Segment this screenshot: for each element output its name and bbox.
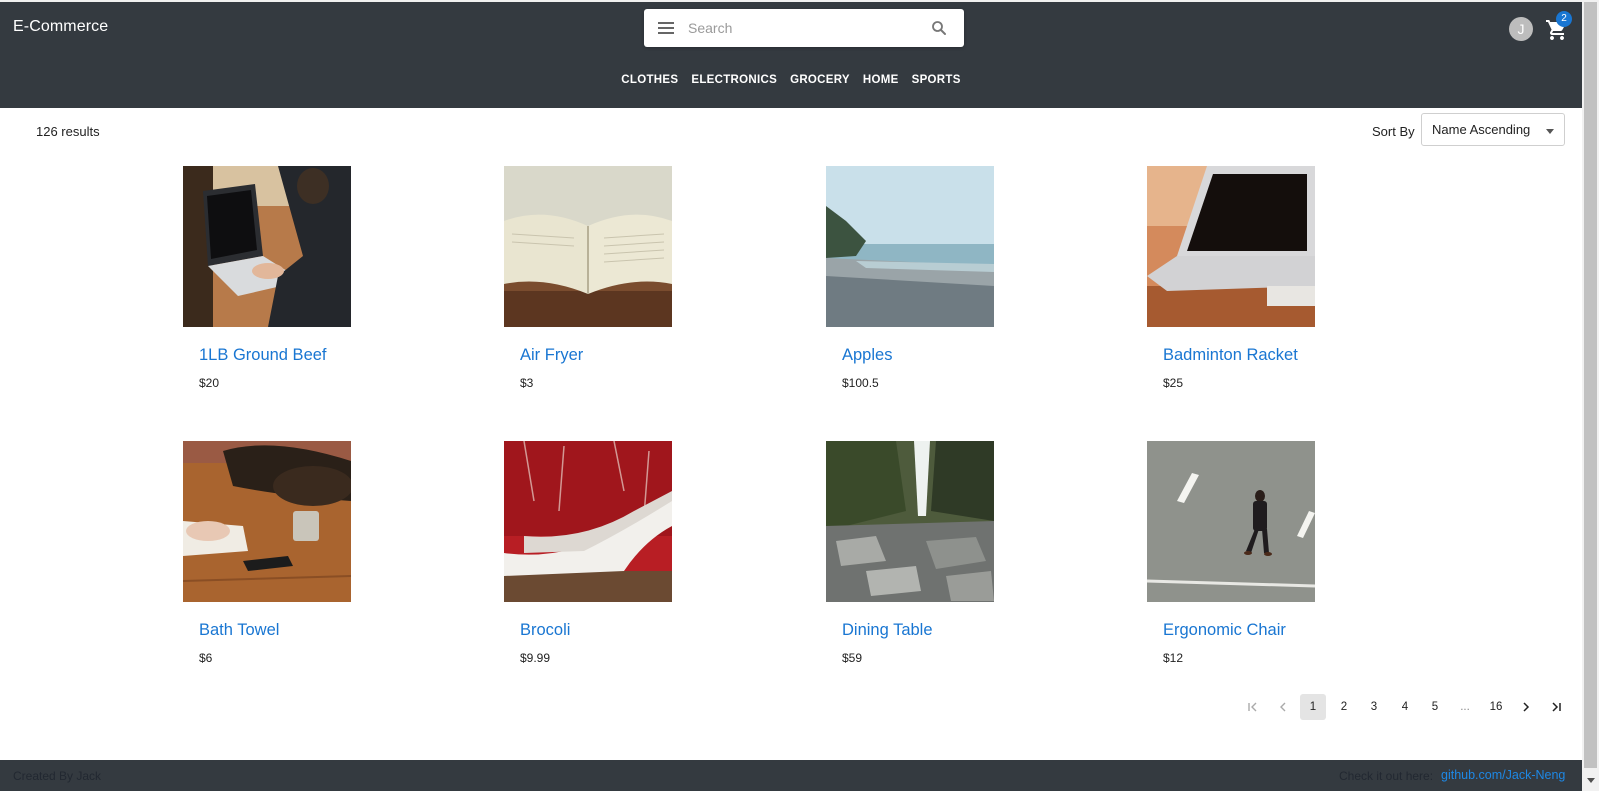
product-title[interactable]: Brocoli [520,621,570,640]
product-title[interactable]: Badminton Racket [1163,346,1298,365]
product-card[interactable]: 1LB Ground Beef $20 [183,166,383,406]
category-nav: CLOTHES ELECTRONICS GROCERY HOME SPORTS [0,74,1582,86]
scroll-down-arrow-icon[interactable] [1587,778,1595,783]
page-button-3[interactable]: 3 [1361,694,1387,720]
scrollbar-thumb[interactable] [1584,2,1597,768]
product-card[interactable]: Dining Table $59 [826,441,1026,681]
product-price: $3 [520,376,534,390]
page-button-2[interactable]: 2 [1331,694,1357,720]
page-button-16[interactable]: 16 [1483,694,1509,720]
page-button-5[interactable]: 5 [1422,694,1448,720]
product-card[interactable]: Apples $100.5 [826,166,1026,406]
footer-credit: Created By Jack [13,769,102,783]
sort-selected-value: Name Ascending [1432,122,1531,137]
result-count: 126 results [36,124,100,139]
product-card[interactable]: Brocoli $9.99 [504,441,704,681]
product-card[interactable]: Badminton Racket $25 [1147,166,1347,406]
product-card[interactable]: Ergonomic Chair $12 [1147,441,1347,681]
product-image-white-shoes[interactable] [504,441,672,602]
search-bar [644,9,964,47]
product-title[interactable]: Ergonomic Chair [1163,621,1286,640]
search-icon[interactable] [930,19,948,37]
product-title[interactable]: Air Fryer [520,346,583,365]
page-button-1[interactable]: 1 [1300,694,1326,720]
pagination: 1 2 3 4 5 ... 16 [1240,694,1561,720]
footer-check-text: Check it out here: [1339,769,1434,783]
product-image-man-on-road[interactable] [1147,441,1315,602]
product-price: $59 [842,651,863,665]
previous-page-icon[interactable] [1270,694,1296,720]
product-image-open-book[interactable] [504,166,672,327]
nav-item-electronics[interactable]: ELECTRONICS [691,74,777,86]
first-page-icon[interactable] [1240,694,1266,720]
sort-select[interactable]: Name Ascending [1421,113,1565,146]
product-title[interactable]: 1LB Ground Beef [199,346,327,365]
product-price: $20 [199,376,220,390]
app-footer: Created By Jack Check it out here: githu… [0,760,1582,791]
product-card[interactable]: Air Fryer $3 [504,166,704,406]
user-avatar[interactable]: J [1509,17,1533,41]
page-ellipsis: ... [1460,701,1470,713]
product-price: $12 [1163,651,1184,665]
nav-item-home[interactable]: HOME [863,74,899,86]
next-page-icon[interactable] [1513,694,1539,720]
sort-label: Sort By [1372,124,1415,139]
product-title[interactable]: Bath Towel [199,621,279,640]
search-input[interactable] [688,18,918,38]
product-image-beach-shore[interactable] [826,166,994,327]
page-scrollbar[interactable] [1582,0,1599,791]
product-price: $6 [199,651,213,665]
product-image-waterfall-rocks[interactable] [826,441,994,602]
product-image-laptop-on-table[interactable] [1147,166,1315,327]
product-price: $25 [1163,376,1184,390]
product-price: $9.99 [520,651,551,665]
app-header: E-Commerce J 2 CLOTHES ELECTRONICS GROCE… [0,2,1582,108]
product-card[interactable]: Bath Towel $6 [183,441,383,681]
product-title[interactable]: Dining Table [842,621,933,640]
cart-count-badge: 2 [1556,11,1572,27]
nav-item-grocery[interactable]: GROCERY [790,74,850,86]
last-page-icon[interactable] [1543,694,1569,720]
nav-item-sports[interactable]: SPORTS [912,74,961,86]
github-link[interactable]: github.com/Jack-Neng [1441,768,1565,782]
product-image-laptop-on-desk[interactable] [183,166,351,327]
menu-icon[interactable] [658,22,674,34]
caret-down-icon [1546,129,1554,134]
product-title[interactable]: Apples [842,346,892,365]
product-image-desk-with-notebook[interactable] [183,441,351,602]
page-button-4[interactable]: 4 [1392,694,1418,720]
product-price: $100.5 [842,376,879,390]
nav-item-clothes[interactable]: CLOTHES [621,74,678,86]
brand-title[interactable]: E-Commerce [13,18,108,36]
